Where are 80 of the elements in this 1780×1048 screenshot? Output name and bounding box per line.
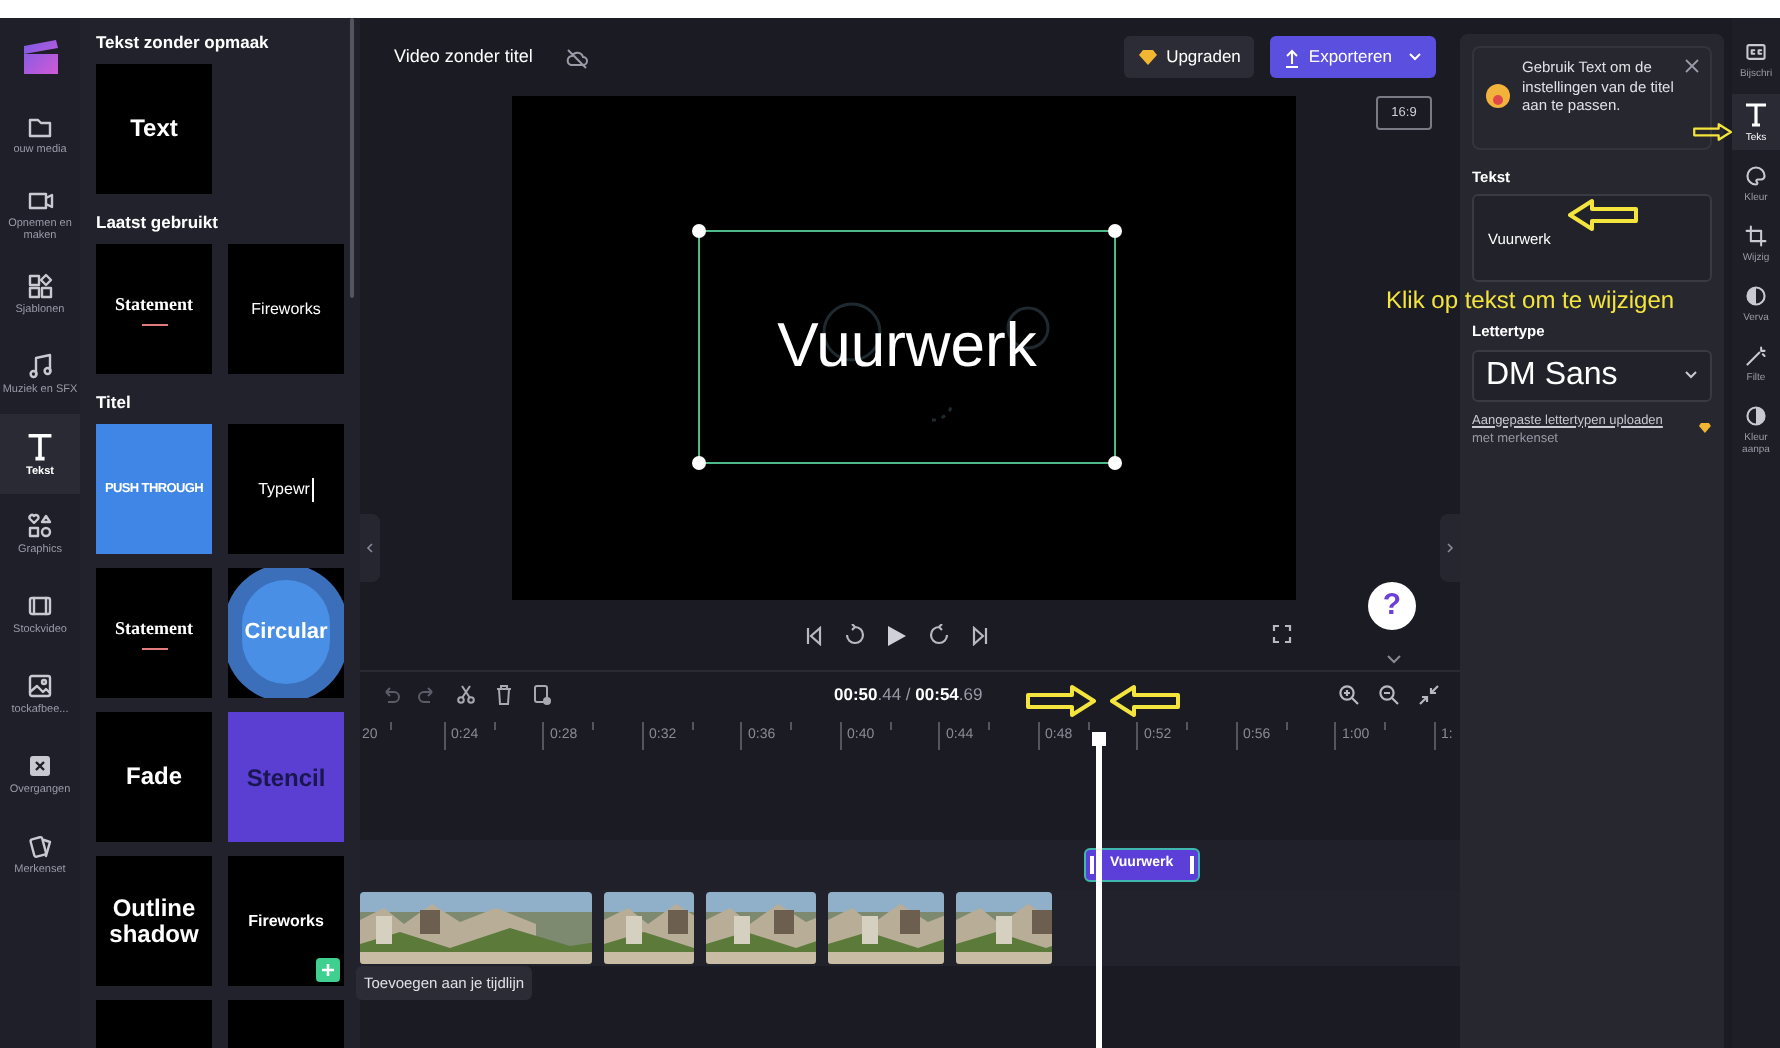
captions-icon bbox=[1744, 40, 1768, 64]
card-title: Stencil bbox=[246, 761, 326, 795]
text-icon bbox=[1742, 100, 1770, 128]
time-display: 00:50.44 / 00:54.69 bbox=[834, 681, 983, 707]
detach-audio-icon[interactable] bbox=[532, 683, 552, 705]
section-title: Tekst zonder opmaak bbox=[96, 30, 271, 54]
palette-icon bbox=[1744, 164, 1768, 188]
card-title: Statement bbox=[115, 615, 193, 642]
collapse-handle[interactable] bbox=[1440, 514, 1460, 582]
redo-icon[interactable] bbox=[418, 684, 438, 704]
emoji-face-icon bbox=[1484, 82, 1512, 110]
chevron-down-icon[interactable] bbox=[1386, 654, 1402, 664]
annotation-arrow bbox=[1110, 684, 1182, 718]
export-button[interactable]: Exporteren bbox=[1270, 36, 1436, 78]
fullscreen-icon[interactable] bbox=[1272, 624, 1292, 644]
diamond-icon bbox=[1138, 48, 1159, 66]
scrollbar[interactable] bbox=[350, 18, 354, 298]
text-style-card[interactable]: Typewr bbox=[228, 424, 344, 554]
text-style-card[interactable]: Fireworks bbox=[228, 244, 344, 374]
image-icon bbox=[26, 671, 54, 700]
plus-icon bbox=[320, 962, 336, 978]
add-button[interactable] bbox=[316, 958, 340, 982]
diamond-icon bbox=[1698, 421, 1712, 433]
shapes-icon bbox=[26, 511, 54, 540]
cloud-off-icon bbox=[564, 45, 589, 69]
text-style-card[interactable]: Outline shadow bbox=[96, 856, 212, 986]
card-title: Fireworks bbox=[251, 297, 321, 321]
font-dropdown[interactable]: DM Sans bbox=[1472, 349, 1712, 401]
app-logo-icon[interactable] bbox=[18, 34, 62, 78]
forward-icon[interactable] bbox=[927, 624, 949, 646]
zoom-out-icon[interactable] bbox=[1378, 683, 1400, 705]
section-title: Laatst gebruikt bbox=[96, 210, 220, 234]
fade-icon bbox=[1744, 284, 1768, 308]
collapse-handle[interactable] bbox=[360, 514, 380, 582]
brand-kit-icon bbox=[26, 831, 54, 860]
magic-wand-icon bbox=[1744, 344, 1768, 368]
chevron-right-icon bbox=[1446, 542, 1454, 554]
templates-icon bbox=[26, 271, 54, 300]
play-icon[interactable] bbox=[885, 623, 907, 647]
trash-icon[interactable] bbox=[494, 683, 514, 705]
crop-icon bbox=[1744, 224, 1768, 248]
music-note-icon bbox=[26, 351, 54, 380]
card-title: Fireworks bbox=[248, 909, 324, 933]
fit-icon[interactable] bbox=[1418, 683, 1440, 705]
text-style-card[interactable]: Circular bbox=[228, 568, 344, 698]
chevron-left-icon bbox=[366, 542, 374, 554]
text-style-card[interactable]: Fade bbox=[96, 712, 212, 842]
upload-icon bbox=[1284, 47, 1301, 67]
rewind-icon[interactable] bbox=[843, 624, 865, 646]
text-icon bbox=[24, 429, 56, 462]
text-style-card[interactable]: Text bbox=[96, 64, 212, 194]
chevron-down-icon bbox=[1684, 370, 1698, 380]
contrast-icon bbox=[1744, 404, 1768, 428]
annotation-arrow bbox=[1568, 198, 1640, 232]
project-title: Video zonder titel bbox=[394, 43, 533, 70]
help-button[interactable]: ? bbox=[1368, 582, 1416, 630]
skip-forward-icon[interactable] bbox=[969, 625, 989, 645]
card-title: Outline shadow bbox=[107, 895, 201, 947]
card-title: Typewr bbox=[258, 477, 314, 501]
upgrade-button[interactable]: Upgraden bbox=[1124, 36, 1255, 78]
text-style-card[interactable]: Statement bbox=[96, 568, 212, 698]
chevron-down-icon bbox=[1408, 52, 1422, 62]
scissors-icon[interactable] bbox=[456, 684, 476, 704]
skip-back-icon[interactable] bbox=[803, 625, 823, 645]
annotation-arrow bbox=[1024, 684, 1096, 718]
card-title: Text bbox=[130, 116, 178, 142]
card-title: Fade bbox=[125, 764, 182, 790]
text-style-card[interactable]: Statement bbox=[96, 244, 212, 374]
text-overlay[interactable]: Vuurwerk bbox=[698, 230, 1116, 464]
text-style-card[interactable]: Fireworks bbox=[228, 856, 344, 986]
transition-icon bbox=[26, 751, 54, 780]
card-title: Circular bbox=[244, 618, 328, 649]
card-title: Statement bbox=[115, 291, 193, 318]
annotation-text: Klik op tekst om te wijzigen bbox=[1386, 284, 1675, 318]
annotation-arrow bbox=[1692, 120, 1732, 144]
undo-icon[interactable] bbox=[380, 684, 400, 704]
close-icon[interactable] bbox=[1684, 58, 1700, 74]
film-icon bbox=[26, 591, 54, 620]
zoom-in-icon[interactable] bbox=[1338, 683, 1360, 705]
section-title: Titel bbox=[96, 390, 133, 414]
